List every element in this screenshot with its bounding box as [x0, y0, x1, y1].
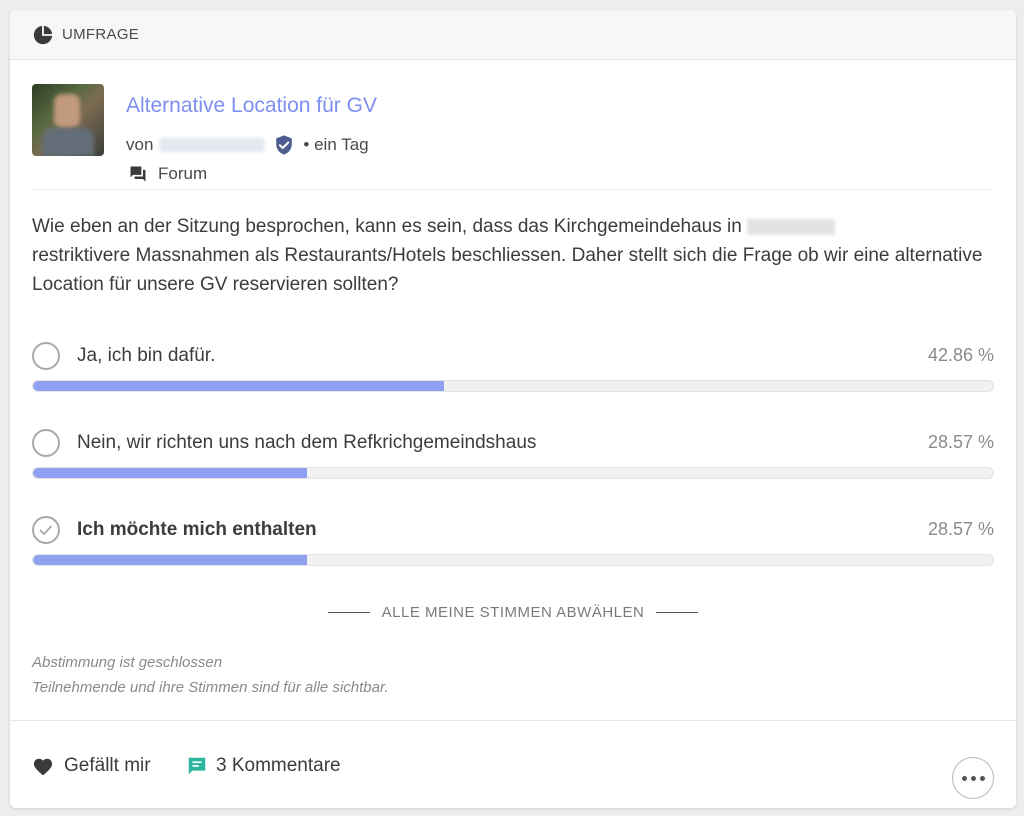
progress-track: [32, 467, 994, 479]
space-link[interactable]: Forum: [128, 164, 207, 184]
verified-badge-icon: [276, 135, 293, 155]
dot: [961, 775, 967, 781]
dot: [979, 775, 985, 781]
card-footer: Gefällt mir 3 Kommentare: [10, 720, 1016, 808]
progress-fill: [33, 468, 308, 478]
divider: [327, 612, 370, 613]
progress-track: [32, 380, 994, 392]
radio-button[interactable]: [32, 342, 60, 370]
byline: von • ein Tag: [126, 134, 369, 156]
divider: [656, 612, 699, 613]
radio-button[interactable]: [32, 429, 60, 457]
poll-option[interactable]: Ja, ich bin dafür. 42.86 %: [32, 336, 994, 396]
heart-icon: [33, 758, 53, 776]
poll-closed-text: Abstimmung ist geschlossen: [32, 654, 223, 671]
post-body: Wie eben an der Sitzung besprochen, kann…: [32, 216, 983, 295]
post-time[interactable]: • ein Tag: [303, 135, 368, 155]
poll-card: UMFRAGE Alternative Location für GV von …: [10, 10, 1016, 808]
comments-label[interactable]: 3 Kommentare: [216, 755, 341, 777]
like-label[interactable]: Gefällt mir: [64, 755, 151, 777]
space-label[interactable]: Forum: [158, 164, 207, 184]
avatar[interactable]: [32, 84, 104, 156]
option-label[interactable]: Nein, wir richten uns nach dem Refkrichg…: [77, 432, 536, 454]
poll-option[interactable]: Nein, wir richten uns nach dem Refkrichg…: [32, 423, 994, 483]
card-header: UMFRAGE: [10, 10, 1016, 60]
post-title[interactable]: Alternative Location für GV: [126, 94, 377, 118]
option-label[interactable]: Ich möchte mich enthalten: [77, 519, 317, 541]
comments-button[interactable]: 3 Kommentare: [186, 755, 341, 777]
card-type-label: UMFRAGE: [62, 26, 140, 43]
redacted-location: [747, 218, 836, 235]
option-percent: 28.57 %: [927, 432, 994, 452]
comment-icon: [188, 757, 206, 775]
more-options-button[interactable]: [952, 757, 994, 799]
poll-visibility-text: Teilnehmende und ihre Stimmen sind für a…: [32, 679, 389, 696]
option-percent: 42.86 %: [927, 345, 994, 365]
forum-icon: [130, 166, 146, 182]
like-button[interactable]: Gefällt mir: [32, 755, 151, 777]
progress-track: [32, 554, 994, 566]
option-percent: 28.57 %: [927, 519, 994, 539]
deselect-label[interactable]: ALLE MEINE STIMMEN ABWÄHLEN: [382, 604, 645, 621]
progress-fill: [33, 555, 308, 565]
dot: [970, 775, 976, 781]
check-icon: [39, 525, 52, 535]
progress-fill: [33, 381, 445, 391]
by-prefix: von: [126, 135, 154, 154]
poll-option-selected[interactable]: Ich möchte mich enthalten 28.57 %: [32, 510, 994, 570]
poll-info: Abstimmung ist geschlossen Teilnehmende …: [32, 650, 389, 700]
option-label[interactable]: Ja, ich bin dafür.: [77, 345, 215, 367]
radio-button-checked[interactable]: [32, 516, 60, 544]
author-name-redacted[interactable]: [159, 138, 266, 152]
pie-chart-icon: [33, 25, 53, 44]
deselect-all-button[interactable]: ALLE MEINE STIMMEN ABWÄHLEN: [10, 604, 1016, 621]
post-header: Alternative Location für GV von • ein Ta…: [32, 84, 994, 190]
